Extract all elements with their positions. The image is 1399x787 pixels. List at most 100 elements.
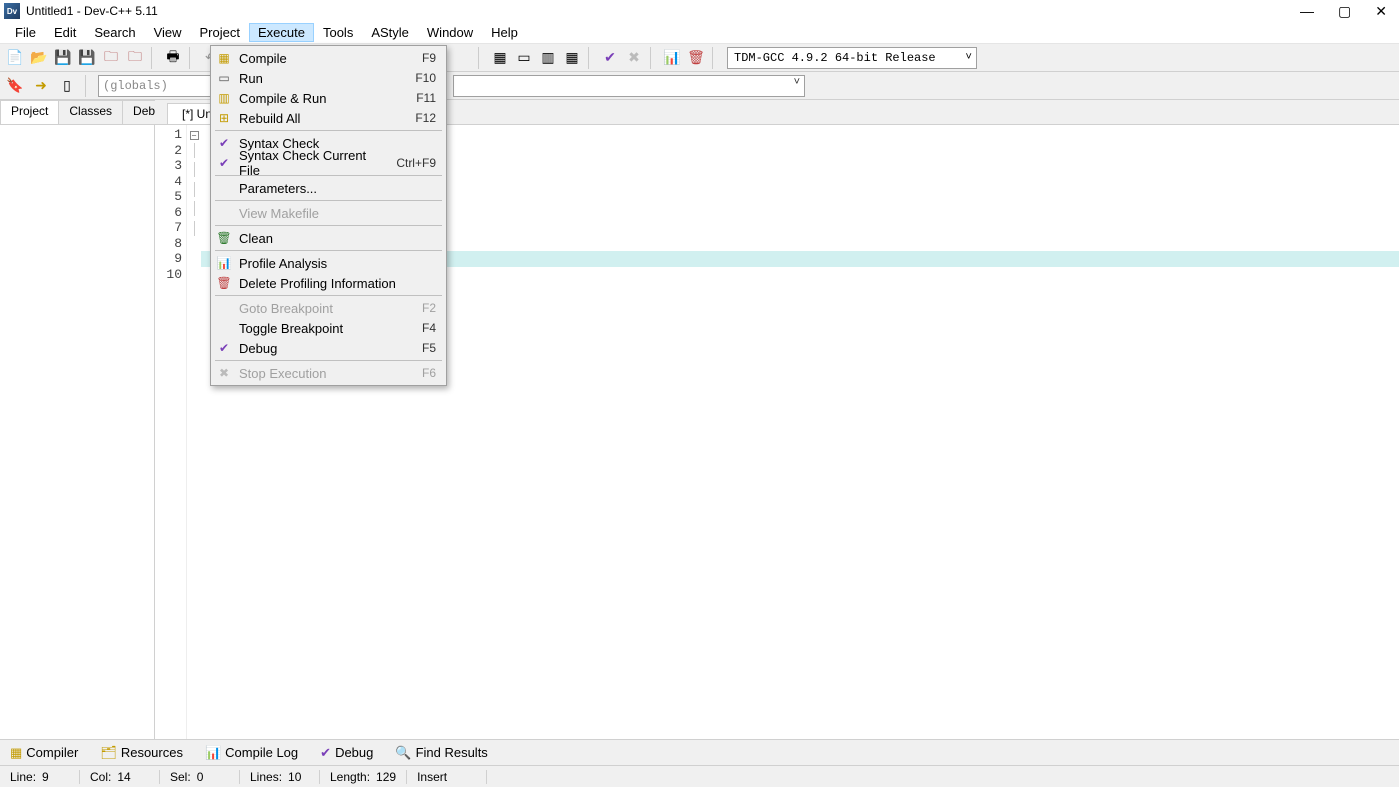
debug-icon: ✔ — [320, 745, 331, 761]
goto-button[interactable]: ➜ — [30, 75, 52, 97]
menu-item-toggle-breakpoint[interactable]: Toggle BreakpointF4 — [213, 318, 444, 338]
status-lines-label: Lines: — [250, 770, 282, 784]
menu-item-shortcut: F2 — [422, 301, 436, 315]
menu-project[interactable]: Project — [191, 23, 249, 42]
rebuild-icon: ⊞ — [215, 110, 233, 126]
menu-item-delete-profiling-information[interactable]: 🗑Delete Profiling Information — [213, 273, 444, 293]
titlebar: Dv Untitled1 - Dev-C++ 5.11 — ▢ ✕ — [0, 0, 1399, 22]
profile-button[interactable]: 📊 — [661, 47, 683, 69]
status-line-label: Line: — [10, 770, 36, 784]
syntax-check-file-icon: ✔ — [215, 155, 233, 171]
separator — [189, 47, 195, 69]
blank-icon — [215, 300, 233, 316]
execute-menu: ▦CompileF9▭RunF10▥Compile & RunF11⊞Rebui… — [210, 45, 447, 386]
status-lines-value: 10 — [288, 770, 301, 784]
open-file-button[interactable]: 📂 — [28, 47, 50, 69]
bottom-tab-label: Resources — [121, 745, 183, 760]
menu-item-syntax-check-current-file[interactable]: ✔Syntax Check Current FileCtrl+F9 — [213, 153, 444, 173]
fold-cell — [187, 221, 201, 241]
resources-icon: 🗂 — [100, 745, 117, 761]
profile-icon: 📊 — [215, 255, 233, 271]
window-controls: — ▢ ✕ — [1300, 3, 1395, 20]
status-length-label: Length: — [330, 770, 370, 784]
panel-button[interactable]: ▯ — [56, 75, 78, 97]
menu-item-label: Syntax Check Current File — [239, 148, 390, 178]
menu-item-profile-analysis[interactable]: 📊Profile Analysis — [213, 253, 444, 273]
blank-icon — [215, 180, 233, 196]
menu-item-run[interactable]: ▭RunF10 — [213, 68, 444, 88]
menu-item-shortcut: Ctrl+F9 — [396, 156, 436, 170]
close-file-button[interactable]: 🗀 — [100, 47, 122, 69]
menu-file[interactable]: File — [6, 23, 45, 42]
menu-item-label: Compile — [239, 51, 416, 66]
menubar: FileEditSearchViewProjectExecuteToolsASt… — [0, 22, 1399, 44]
menu-view[interactable]: View — [145, 23, 191, 42]
menu-item-debug[interactable]: ✔DebugF5 — [213, 338, 444, 358]
bottom-tab-compiler[interactable]: ▦Compiler — [4, 743, 84, 763]
print-button[interactable]: 🖶 — [162, 47, 184, 69]
menu-separator — [215, 130, 442, 131]
menu-item-label: View Makefile — [239, 206, 436, 221]
save-all-button[interactable]: 💾 — [76, 47, 98, 69]
bottom-tab-debug[interactable]: ✔ Debug — [314, 743, 379, 763]
line-number: 9 — [155, 251, 182, 267]
bottom-tab-label: Find Results — [416, 745, 488, 760]
menu-item-label: Parameters... — [239, 181, 436, 196]
compiler-icon: ▦ — [10, 745, 22, 761]
status-mode: Insert — [407, 770, 487, 784]
menu-item-compile-run[interactable]: ▥Compile & RunF11 — [213, 88, 444, 108]
menu-help[interactable]: Help — [482, 23, 527, 42]
maximize-button[interactable]: ▢ — [1338, 3, 1351, 20]
menu-item-rebuild-all[interactable]: ⊞Rebuild AllF12 — [213, 108, 444, 128]
line-number: 8 — [155, 236, 182, 252]
fold-cell — [187, 162, 201, 182]
debug-button[interactable]: ✔ — [599, 47, 621, 69]
menu-item-shortcut: F9 — [422, 51, 436, 65]
fold-toggle-icon[interactable]: − — [190, 131, 199, 140]
run-icon: ▭ — [215, 70, 233, 86]
left-tab-project[interactable]: Project — [0, 100, 59, 124]
compile-log-icon: 📊 — [205, 745, 221, 761]
save-button[interactable]: 💾 — [52, 47, 74, 69]
menu-separator — [215, 295, 442, 296]
status-line-value: 9 — [42, 770, 49, 784]
minimize-button[interactable]: — — [1300, 3, 1314, 20]
compile-button[interactable]: ▦ — [489, 47, 511, 69]
line-number: 5 — [155, 189, 182, 205]
compiler-selector[interactable]: TDM-GCC 4.9.2 64-bit Release — [727, 47, 977, 69]
run-button[interactable]: ▭ — [513, 47, 535, 69]
bottom-tab-resources[interactable]: 🗂 Resources — [94, 743, 189, 763]
fold-column: − — [187, 125, 201, 739]
fold-cell — [187, 182, 201, 202]
close-all-button[interactable]: 🗀 — [124, 47, 146, 69]
compile-run-button[interactable]: ▥ — [537, 47, 559, 69]
line-number: 1 — [155, 127, 182, 143]
blank-icon — [215, 320, 233, 336]
bottom-tab-compile-log[interactable]: 📊Compile Log — [199, 743, 304, 763]
menu-item-parameters[interactable]: Parameters... — [213, 178, 444, 198]
menu-edit[interactable]: Edit — [45, 23, 85, 42]
bookmark-button[interactable]: 🔖 — [4, 75, 26, 97]
close-button[interactable]: ✕ — [1375, 3, 1387, 20]
new-file-button[interactable]: 📄 — [4, 47, 26, 69]
menu-astyle[interactable]: AStyle — [362, 23, 418, 42]
menu-search[interactable]: Search — [85, 23, 144, 42]
menu-tools[interactable]: Tools — [314, 23, 362, 42]
menu-item-label: Debug — [239, 341, 416, 356]
menu-item-compile[interactable]: ▦CompileF9 — [213, 48, 444, 68]
stop-button[interactable]: ✖ — [623, 47, 645, 69]
line-number: 3 — [155, 158, 182, 174]
menu-window[interactable]: Window — [418, 23, 482, 42]
menu-item-label: Goto Breakpoint — [239, 301, 416, 316]
fold-cell — [187, 143, 201, 163]
menu-execute[interactable]: Execute — [249, 23, 314, 42]
member-selector[interactable] — [453, 75, 805, 97]
statusbar: Line:9 Col:14 Sel:0 Lines:10 Length:129 … — [0, 765, 1399, 787]
bottom-tab-find-results[interactable]: 🔍Find Results — [389, 743, 493, 763]
menu-item-clean[interactable]: 🗑Clean — [213, 228, 444, 248]
bottom-tab-label: Debug — [335, 745, 373, 760]
delete-profile-button[interactable]: 🗑 — [685, 47, 707, 69]
left-tab-classes[interactable]: Classes — [58, 100, 123, 124]
rebuild-button[interactable]: ▦ — [561, 47, 583, 69]
separator — [650, 47, 656, 69]
